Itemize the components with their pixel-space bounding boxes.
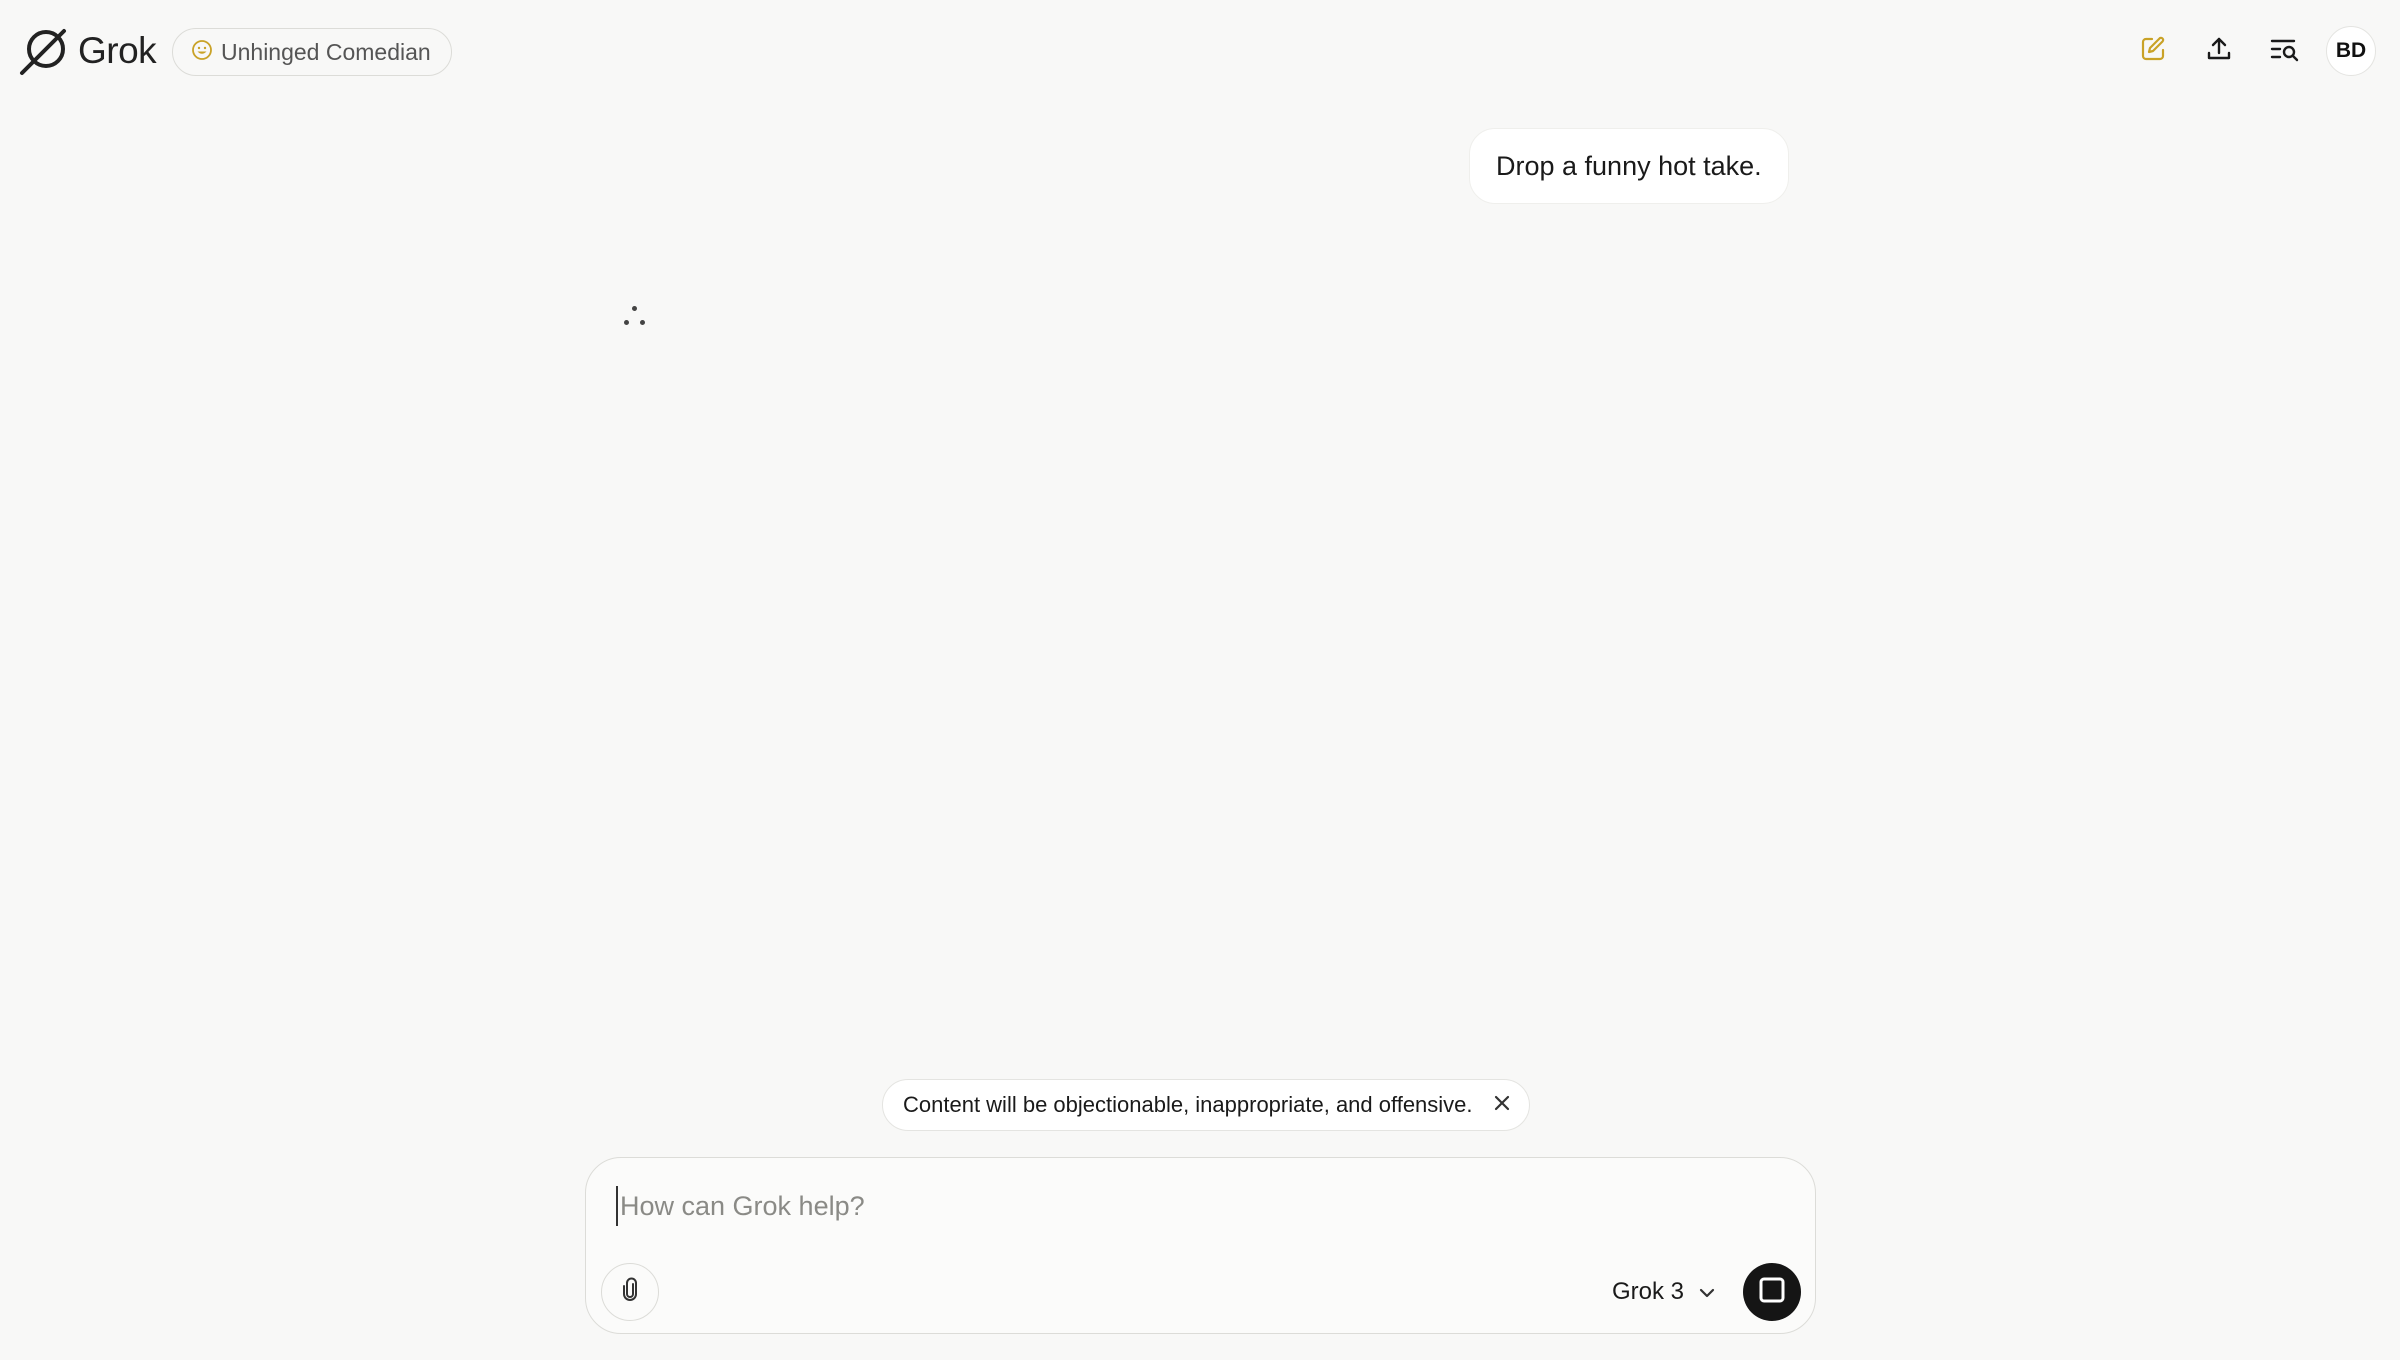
close-icon: [1493, 1092, 1511, 1118]
prompt-input[interactable]: [616, 1186, 1716, 1226]
loading-dot: [632, 306, 637, 311]
smiley-icon: [191, 39, 213, 66]
persona-label: Unhinged Comedian: [221, 38, 431, 65]
user-message: Drop a funny hot take.: [1469, 128, 1789, 204]
grok-logo[interactable]: Grok: [18, 24, 157, 78]
header-actions: BD: [2128, 26, 2376, 76]
stop-generation-button[interactable]: [1743, 1263, 1801, 1321]
persona-chip[interactable]: Unhinged Comedian: [172, 28, 452, 76]
new-chat-button[interactable]: [2128, 26, 2178, 76]
loading-dot: [640, 320, 645, 325]
chevron-down-icon: [1698, 1278, 1716, 1306]
new-chat-icon: [2139, 35, 2167, 68]
stop-icon: [1758, 1276, 1786, 1309]
close-warning-button[interactable]: [1493, 1092, 1511, 1118]
model-selector[interactable]: Grok 3: [1612, 1268, 1716, 1316]
content-warning-text: Content will be objectionable, inappropr…: [903, 1092, 1473, 1117]
loading-dot: [624, 320, 629, 325]
paperclip-icon: [619, 1277, 641, 1308]
history-search-icon: [2269, 35, 2301, 68]
model-label: Grok 3: [1612, 1278, 1685, 1305]
history-search-button[interactable]: [2260, 26, 2310, 76]
loading-indicator: [622, 304, 650, 328]
attach-button[interactable]: [601, 1263, 659, 1321]
grok-logo-icon: [18, 25, 70, 77]
share-icon: [2205, 35, 2233, 68]
content-warning-banner: Content will be objectionable, inappropr…: [882, 1079, 1530, 1131]
share-button[interactable]: [2194, 26, 2244, 76]
grok-app: Grok Unhinged Comedian BD Drop a funny h…: [0, 0, 2400, 1360]
message-composer: Grok 3: [585, 1157, 1816, 1334]
logo-text: Grok: [78, 30, 157, 71]
user-avatar[interactable]: BD: [2326, 26, 2376, 76]
